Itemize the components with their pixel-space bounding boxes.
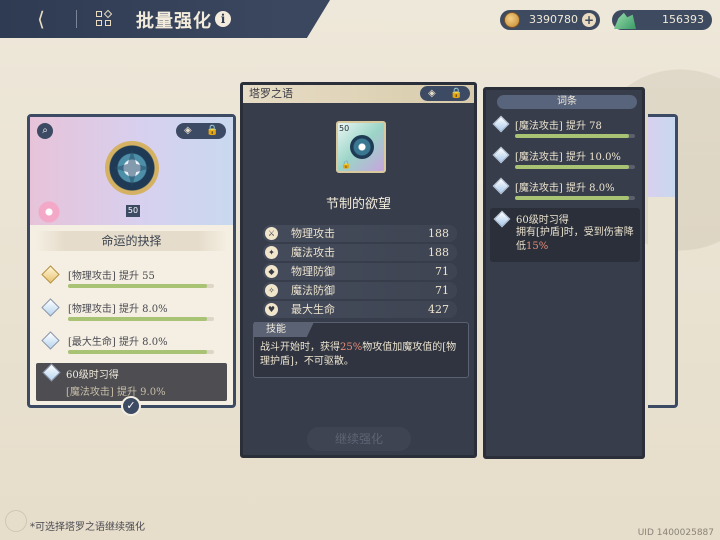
stat-progress	[68, 284, 207, 288]
check-icon[interactable]: ✓	[121, 396, 141, 416]
affix-progress	[515, 134, 629, 138]
coin-counter: 3390780 +	[500, 10, 600, 30]
card-name: 命运的抉择	[36, 231, 227, 251]
set-name: 塔罗之语	[249, 87, 293, 100]
card-actions[interactable]: ◈ 🔒	[176, 123, 226, 139]
settings-icon[interactable]: ◈	[428, 86, 436, 102]
affix-progress	[515, 196, 629, 200]
stat-row: ♥ 最大生命 427	[263, 301, 457, 318]
heart-icon: ♥	[265, 303, 278, 316]
card-left[interactable]: ⌕ ◈ 🔒 50 命运的抉择 [物理攻击] 提升 55 [物理攻击] 提升 8.…	[27, 114, 236, 408]
gem-counter: 156393	[612, 10, 712, 30]
coin-icon	[504, 12, 520, 28]
settings-icon[interactable]: ◈	[184, 123, 192, 139]
info-icon[interactable]: i	[215, 11, 231, 27]
gem-diamond-icon	[493, 210, 511, 228]
affix-unlock: 60级时习得 拥有[护盾]时，受到伤害降低15%	[490, 208, 640, 262]
emblem-icon	[105, 141, 159, 195]
page-title: 批量强化	[136, 11, 212, 32]
skill-description: 战斗开始时，获得25%物攻值加魔攻值的[物理护盾]，不可驱散。	[260, 342, 457, 367]
stat-progress	[68, 317, 207, 321]
continue-enhance-button[interactable]: 继续强化	[307, 427, 411, 451]
skill-box: 技能 战斗开始时，获得25%物攻值加魔攻值的[物理护盾]，不可驱散。	[253, 322, 469, 378]
lock-icon[interactable]: 🔒	[450, 86, 462, 102]
decoration	[5, 510, 27, 532]
set-title-bar: 塔罗之语 ◈ 🔒	[243, 85, 474, 103]
stat-list: ⚔ 物理攻击 188 ✦ 魔法攻击 188 ◆ 物理防御 71 ✧ 魔法防御 7…	[263, 225, 457, 320]
gem-diamond-icon	[41, 298, 60, 317]
card-name: 节制的欲望	[325, 197, 391, 212]
sword-icon: ⚔	[265, 227, 278, 240]
affix-title: 词条	[497, 95, 637, 109]
stat-progress	[68, 350, 207, 354]
gem-diamond-icon	[492, 115, 510, 133]
stat-row: ◆ 物理防御 71	[263, 263, 457, 280]
search-icon[interactable]: ⌕	[37, 123, 53, 139]
affix-panel: 词条 [魔法攻击] 提升 78 [魔法攻击] 提升 10.0% [魔法攻击] 提…	[483, 87, 645, 459]
right-card-edge[interactable]	[648, 114, 678, 408]
skill-tag: 技能	[254, 322, 314, 337]
stat-row: ✦ 魔法攻击 188	[263, 244, 457, 261]
gem-amount: 156393	[662, 13, 704, 26]
lock-icon[interactable]: 🔒	[206, 123, 218, 139]
magic-shield-icon: ✧	[265, 284, 278, 297]
uid-label: UID 1400025887	[637, 528, 714, 538]
wand-icon: ✦	[265, 246, 278, 259]
footer-note: *可选择塔罗之语继续强化	[30, 522, 145, 533]
add-coins-button[interactable]: +	[582, 13, 596, 27]
gem-diamond-icon	[42, 363, 61, 382]
card-thumbnail: 50 🔒	[336, 121, 386, 173]
gem-diamond-icon	[41, 331, 60, 350]
affix-progress	[515, 165, 629, 169]
stat-row: ⚔ 物理攻击 188	[263, 225, 457, 242]
level-badge: 50	[339, 124, 350, 133]
back-arrow-icon: ⟨	[37, 7, 45, 31]
shield-icon: ◆	[265, 265, 278, 278]
gem-icon	[614, 12, 636, 29]
back-button[interactable]: ⟨	[28, 8, 54, 30]
gem-diamond-icon	[492, 146, 510, 164]
stat-row: ✧ 魔法防御 71	[263, 282, 457, 299]
grid-menu-icon[interactable]	[96, 9, 113, 27]
lock-icon: 🔒	[341, 160, 351, 169]
flower-icon	[38, 201, 60, 223]
coin-amount: 3390780	[529, 13, 578, 26]
card-center: 塔罗之语 ◈ 🔒 50 🔒 节制的欲望 ⚔ 物理攻击 188 ✦ 魔法攻击 18…	[240, 82, 477, 458]
gem-diamond-icon	[41, 265, 60, 284]
divider	[76, 10, 77, 28]
level-badge: 50	[126, 205, 140, 217]
card-actions[interactable]: ◈ 🔒	[420, 86, 470, 101]
gem-diamond-icon	[492, 177, 510, 195]
